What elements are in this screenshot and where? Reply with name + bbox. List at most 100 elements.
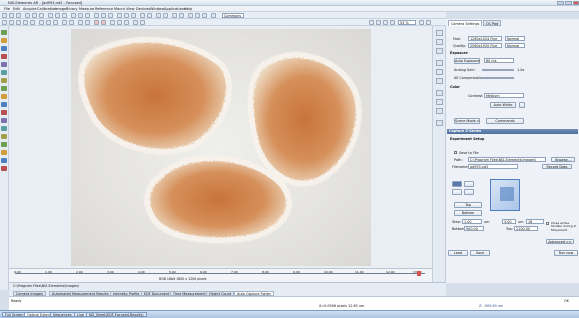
- magnifier-icon[interactable]: [390, 20, 395, 25]
- new-icon[interactable]: [2, 13, 7, 18]
- tool-purple-2-icon[interactable]: [1, 118, 7, 123]
- top-input[interactable]: 2100.00: [514, 226, 538, 231]
- minimize-icon[interactable]: [557, 1, 564, 5]
- tool-teal-2-icon[interactable]: [1, 126, 7, 131]
- view-3-icon[interactable]: [383, 20, 388, 25]
- range-icon[interactable]: [452, 189, 462, 195]
- ellipse-roi-icon[interactable]: [23, 20, 28, 25]
- panel-tool-9-icon[interactable]: [436, 108, 443, 114]
- filename-input[interactable]: ad593.nd2: [468, 164, 518, 169]
- fast-mode-select[interactable]: Normal: [505, 36, 525, 41]
- camera-icon[interactable]: [211, 13, 216, 18]
- invert-icon[interactable]: [69, 20, 74, 25]
- timeline-icon[interactable]: [140, 20, 145, 25]
- menu-help[interactable]: Help: [184, 7, 192, 11]
- forward-icon[interactable]: [124, 20, 129, 25]
- help-icon[interactable]: [179, 13, 184, 18]
- task-live[interactable]: Live: [74, 312, 87, 317]
- exposure-time-select[interactable]: 60 ms: [484, 58, 514, 63]
- zoom-out-icon[interactable]: [101, 13, 106, 18]
- menu-edit[interactable]: Edit: [13, 7, 20, 11]
- tool-red-icon[interactable]: [1, 54, 7, 59]
- zoom-in-icon[interactable]: [94, 13, 99, 18]
- smooth-icon[interactable]: [85, 20, 90, 25]
- record-data-button[interactable]: Record Data: [542, 164, 572, 169]
- path-input[interactable]: C:\Program Files\NIS-Elements\Images\: [468, 157, 546, 162]
- select-icon[interactable]: [9, 20, 14, 25]
- tool-blue-3-icon[interactable]: [1, 158, 7, 163]
- task-sequences[interactable]: Sequences: [50, 312, 75, 317]
- load-button[interactable]: Load: [448, 250, 468, 256]
- lut-icon[interactable]: [78, 13, 83, 18]
- panel-tool-8-icon[interactable]: [436, 99, 443, 105]
- menu-devices[interactable]: Devices: [136, 7, 150, 11]
- menu-file[interactable]: File: [4, 7, 10, 11]
- menu-view[interactable]: View: [126, 7, 135, 11]
- rgb-icon[interactable]: [53, 20, 58, 25]
- menu-image[interactable]: Image: [55, 7, 66, 11]
- fit-icon[interactable]: [108, 13, 113, 18]
- top-set-icon[interactable]: [452, 181, 462, 187]
- tool-olive-2-icon[interactable]: [1, 134, 7, 139]
- seed-micrograph-image[interactable]: [71, 29, 371, 266]
- panel-tool-1-icon[interactable]: [436, 30, 443, 36]
- scene-mode-button[interactable]: Scene Mode >: [454, 118, 480, 124]
- pan-icon[interactable]: [2, 20, 7, 25]
- center-set-icon[interactable]: [464, 181, 474, 187]
- panel-tool-10-icon[interactable]: [436, 120, 443, 126]
- ruler-marker[interactable]: [417, 271, 421, 276]
- save-icon[interactable]: [16, 13, 21, 18]
- zoom-select[interactable]: 53 %: [398, 20, 416, 25]
- annotation-icon[interactable]: [131, 13, 136, 18]
- stop-icon[interactable]: [101, 20, 106, 25]
- tool-blue-2-icon[interactable]: [1, 102, 7, 107]
- grid-icon[interactable]: [117, 13, 122, 18]
- commands-button[interactable]: Commands: [486, 118, 524, 124]
- tool-green-3-icon[interactable]: [1, 142, 7, 147]
- window-icon[interactable]: [195, 13, 200, 18]
- bottom-button[interactable]: Bottom: [454, 210, 482, 216]
- menu-macro[interactable]: Macro: [114, 7, 125, 11]
- menu-binary[interactable]: Binary: [66, 7, 78, 11]
- open-icon[interactable]: [9, 13, 14, 18]
- play-icon[interactable]: [117, 20, 122, 25]
- contrast-select[interactable]: Medium: [484, 93, 524, 98]
- record-icon[interactable]: [94, 20, 99, 25]
- report-icon[interactable]: [156, 13, 161, 18]
- z-position-ruler[interactable]: 0.00 1.00 2.00 3.00 4.00 5.00 6.00 7.00 …: [9, 268, 432, 282]
- step-icon[interactable]: [464, 189, 474, 195]
- histogram-icon[interactable]: [71, 13, 76, 18]
- poly-roi-icon[interactable]: [30, 20, 35, 25]
- run-now-button[interactable]: Run now: [554, 250, 578, 256]
- browse-button[interactable]: Browse...: [551, 157, 575, 162]
- sharpen-icon[interactable]: [78, 20, 83, 25]
- bottom-input[interactable]: 900.00: [464, 226, 484, 231]
- tool-green-2-icon[interactable]: [1, 86, 7, 91]
- task-nd-sheet[interactable]: ND_Sheet(EDF-Focused-Results): [86, 312, 147, 317]
- panel-tool-5-icon[interactable]: [436, 69, 443, 75]
- rect-roi-icon[interactable]: [16, 20, 21, 25]
- cut-icon[interactable]: [25, 13, 30, 18]
- tool-olive-icon[interactable]: [1, 78, 7, 83]
- measure-icon[interactable]: [85, 13, 90, 18]
- view-1-icon[interactable]: [369, 20, 374, 25]
- tool-red-3-icon[interactable]: [1, 166, 7, 171]
- white-reset-button[interactable]: [519, 102, 525, 108]
- macro-icon[interactable]: [172, 13, 177, 18]
- scale-icon[interactable]: [124, 13, 129, 18]
- menu-applications[interactable]: Applications: [164, 7, 186, 11]
- actual-size-icon[interactable]: [426, 20, 431, 25]
- close-icon[interactable]: [573, 1, 579, 5]
- quality-mode-select[interactable]: Normal: [505, 43, 525, 48]
- tool-purple-icon[interactable]: [1, 62, 7, 67]
- auto-white-button[interactable]: Auto White: [490, 102, 516, 108]
- lut-mode-select[interactable]: Commons: [222, 13, 244, 18]
- tool-orange-3-icon[interactable]: [1, 150, 7, 155]
- print-icon[interactable]: [163, 13, 168, 18]
- save-to-file-checkbox[interactable]: [454, 151, 457, 154]
- panel-tool-6-icon[interactable]: [436, 78, 443, 84]
- panel-tool-3-icon[interactable]: [436, 48, 443, 54]
- auto-exposure-button[interactable]: Auto Exposure: [454, 58, 480, 64]
- channel-icon[interactable]: [140, 13, 145, 18]
- step2-input[interactable]: 3.00: [502, 219, 516, 224]
